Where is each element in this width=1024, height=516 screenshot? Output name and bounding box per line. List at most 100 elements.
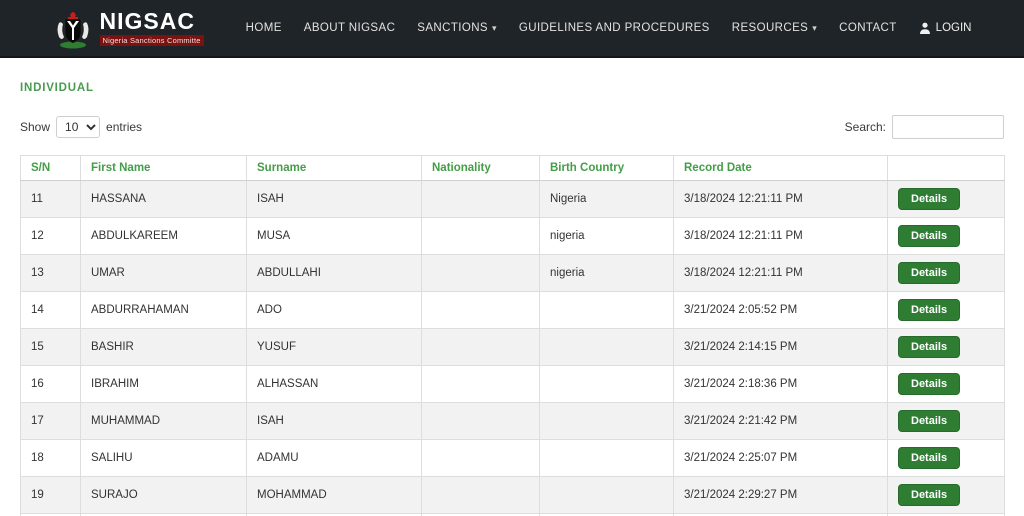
cell-birth-country: nigeria bbox=[540, 218, 674, 255]
cell-actions: Details bbox=[888, 255, 1005, 292]
cell-record-date: 3/21/2024 2:29:27 PM bbox=[674, 477, 888, 514]
cell-first-name: HASSANA bbox=[81, 181, 247, 218]
column-header-birth-country[interactable]: Birth Country bbox=[540, 156, 674, 181]
cell-nationality bbox=[422, 366, 540, 403]
details-button[interactable]: Details bbox=[898, 225, 960, 247]
table-row: 11 HASSANA ISAH Nigeria 3/18/2024 12:21:… bbox=[21, 181, 1005, 218]
cell-surname: ISAH bbox=[247, 403, 422, 440]
details-button[interactable]: Details bbox=[898, 484, 960, 506]
cell-nationality bbox=[422, 440, 540, 477]
column-header-first-name[interactable]: First Name bbox=[81, 156, 247, 181]
column-header-sn[interactable]: S/N bbox=[21, 156, 81, 181]
cell-first-name: ABDURRAHAMAN bbox=[81, 292, 247, 329]
nav-item-guidelines-and-procedures[interactable]: GUIDELINES AND PROCEDURES bbox=[519, 22, 710, 34]
entries-label: entries bbox=[106, 120, 142, 134]
cell-birth-country bbox=[540, 329, 674, 366]
table-row: 18 SALIHU ADAMU 3/21/2024 2:25:07 PM Det… bbox=[21, 440, 1005, 477]
column-header-record-date[interactable]: Record Date bbox=[674, 156, 888, 181]
main-nav: HOME ABOUT NIGSAC SANCTIONS ▾ GUIDELINES… bbox=[246, 22, 972, 34]
page-title: INDIVIDUAL bbox=[20, 82, 1004, 94]
cell-actions: Details bbox=[888, 218, 1005, 255]
brand-subtitle: Nigeria Sanctions Committe bbox=[100, 35, 204, 47]
nav-item-label: GUIDELINES AND PROCEDURES bbox=[519, 22, 710, 34]
nav-item-sanctions[interactable]: SANCTIONS ▾ bbox=[417, 22, 497, 34]
cell-surname: ALHASSAN bbox=[247, 366, 422, 403]
cell-actions: Details bbox=[888, 292, 1005, 329]
table-header-row: S/N First Name Surname Nationality Birth… bbox=[21, 156, 1005, 181]
cell-sn: 18 bbox=[21, 440, 81, 477]
cell-nationality bbox=[422, 329, 540, 366]
cell-nationality bbox=[422, 292, 540, 329]
cell-sn: 16 bbox=[21, 366, 81, 403]
caret-down-icon: ▾ bbox=[492, 23, 497, 34]
cell-first-name: SURAJO bbox=[81, 477, 247, 514]
cell-sn: 12 bbox=[21, 218, 81, 255]
search-input[interactable] bbox=[892, 115, 1004, 139]
cell-nationality bbox=[422, 403, 540, 440]
page-size-select[interactable]: 10 bbox=[56, 116, 100, 138]
table-row: 14 ABDURRAHAMAN ADO 3/21/2024 2:05:52 PM… bbox=[21, 292, 1005, 329]
cell-first-name: BASHIR bbox=[81, 329, 247, 366]
nav-item-label: RESOURCES bbox=[732, 22, 808, 34]
table-row: 12 ABDULKAREEM MUSA nigeria 3/18/2024 12… bbox=[21, 218, 1005, 255]
table-row: 19 SURAJO MOHAMMAD 3/21/2024 2:29:27 PM … bbox=[21, 477, 1005, 514]
details-button[interactable]: Details bbox=[898, 373, 960, 395]
cell-surname: ISAH bbox=[247, 181, 422, 218]
column-header-nationality[interactable]: Nationality bbox=[422, 156, 540, 181]
cell-sn: 14 bbox=[21, 292, 81, 329]
cell-record-date: 3/21/2024 2:05:52 PM bbox=[674, 292, 888, 329]
top-navbar: NIGSAC Nigeria Sanctions Committe HOME A… bbox=[0, 0, 1024, 58]
details-button[interactable]: Details bbox=[898, 410, 960, 432]
cell-first-name: IBRAHIM bbox=[81, 366, 247, 403]
column-header-surname[interactable]: Surname bbox=[247, 156, 422, 181]
cell-record-date: 3/18/2024 12:21:11 PM bbox=[674, 218, 888, 255]
nav-item-label: ABOUT NIGSAC bbox=[304, 22, 396, 34]
cell-nationality bbox=[422, 218, 540, 255]
cell-surname: YUSUF bbox=[247, 329, 422, 366]
details-button[interactable]: Details bbox=[898, 262, 960, 284]
details-button[interactable]: Details bbox=[898, 447, 960, 469]
cell-first-name: UMAR bbox=[81, 255, 247, 292]
details-button[interactable]: Details bbox=[898, 336, 960, 358]
cell-surname: ADO bbox=[247, 292, 422, 329]
brand-title: NIGSAC bbox=[100, 10, 204, 33]
nav-item-label: SANCTIONS bbox=[417, 22, 488, 34]
show-label: Show bbox=[20, 120, 50, 134]
caret-down-icon: ▾ bbox=[812, 23, 817, 34]
nav-item-resources[interactable]: RESOURCES ▾ bbox=[732, 22, 817, 34]
cell-record-date: 3/21/2024 2:18:36 PM bbox=[674, 366, 888, 403]
cell-first-name: SALIHU bbox=[81, 440, 247, 477]
page-length-control: Show 10 entries bbox=[20, 116, 142, 138]
cell-surname: ADAMU bbox=[247, 440, 422, 477]
cell-actions: Details bbox=[888, 477, 1005, 514]
cell-record-date: 3/21/2024 2:14:15 PM bbox=[674, 329, 888, 366]
search-control: Search: bbox=[845, 115, 1004, 139]
nav-item-about-nigsac[interactable]: ABOUT NIGSAC bbox=[304, 22, 396, 34]
cell-nationality bbox=[422, 181, 540, 218]
nav-item-contact[interactable]: CONTACT bbox=[839, 22, 897, 34]
table-row: 13 UMAR ABDULLAHI nigeria 3/18/2024 12:2… bbox=[21, 255, 1005, 292]
individuals-table: S/N First Name Surname Nationality Birth… bbox=[20, 155, 1005, 516]
cell-actions: Details bbox=[888, 403, 1005, 440]
cell-record-date: 3/18/2024 12:21:11 PM bbox=[674, 255, 888, 292]
cell-nationality bbox=[422, 255, 540, 292]
cell-actions: Details bbox=[888, 440, 1005, 477]
column-header-actions bbox=[888, 156, 1005, 181]
cell-sn: 15 bbox=[21, 329, 81, 366]
login-label: LOGIN bbox=[936, 22, 972, 34]
cell-sn: 13 bbox=[21, 255, 81, 292]
cell-actions: Details bbox=[888, 366, 1005, 403]
login-button[interactable]: LOGIN bbox=[919, 22, 972, 34]
details-button[interactable]: Details bbox=[898, 188, 960, 210]
user-icon bbox=[919, 22, 931, 34]
cell-record-date: 3/21/2024 2:21:42 PM bbox=[674, 403, 888, 440]
cell-surname: MUSA bbox=[247, 218, 422, 255]
details-button[interactable]: Details bbox=[898, 299, 960, 321]
nav-item-home[interactable]: HOME bbox=[246, 22, 282, 34]
nav-item-label: CONTACT bbox=[839, 22, 897, 34]
cell-birth-country bbox=[540, 403, 674, 440]
table-row: 15 BASHIR YUSUF 3/21/2024 2:14:15 PM Det… bbox=[21, 329, 1005, 366]
brand-logo[interactable]: NIGSAC Nigeria Sanctions Committe bbox=[53, 7, 204, 49]
cell-birth-country bbox=[540, 292, 674, 329]
cell-actions: Details bbox=[888, 181, 1005, 218]
